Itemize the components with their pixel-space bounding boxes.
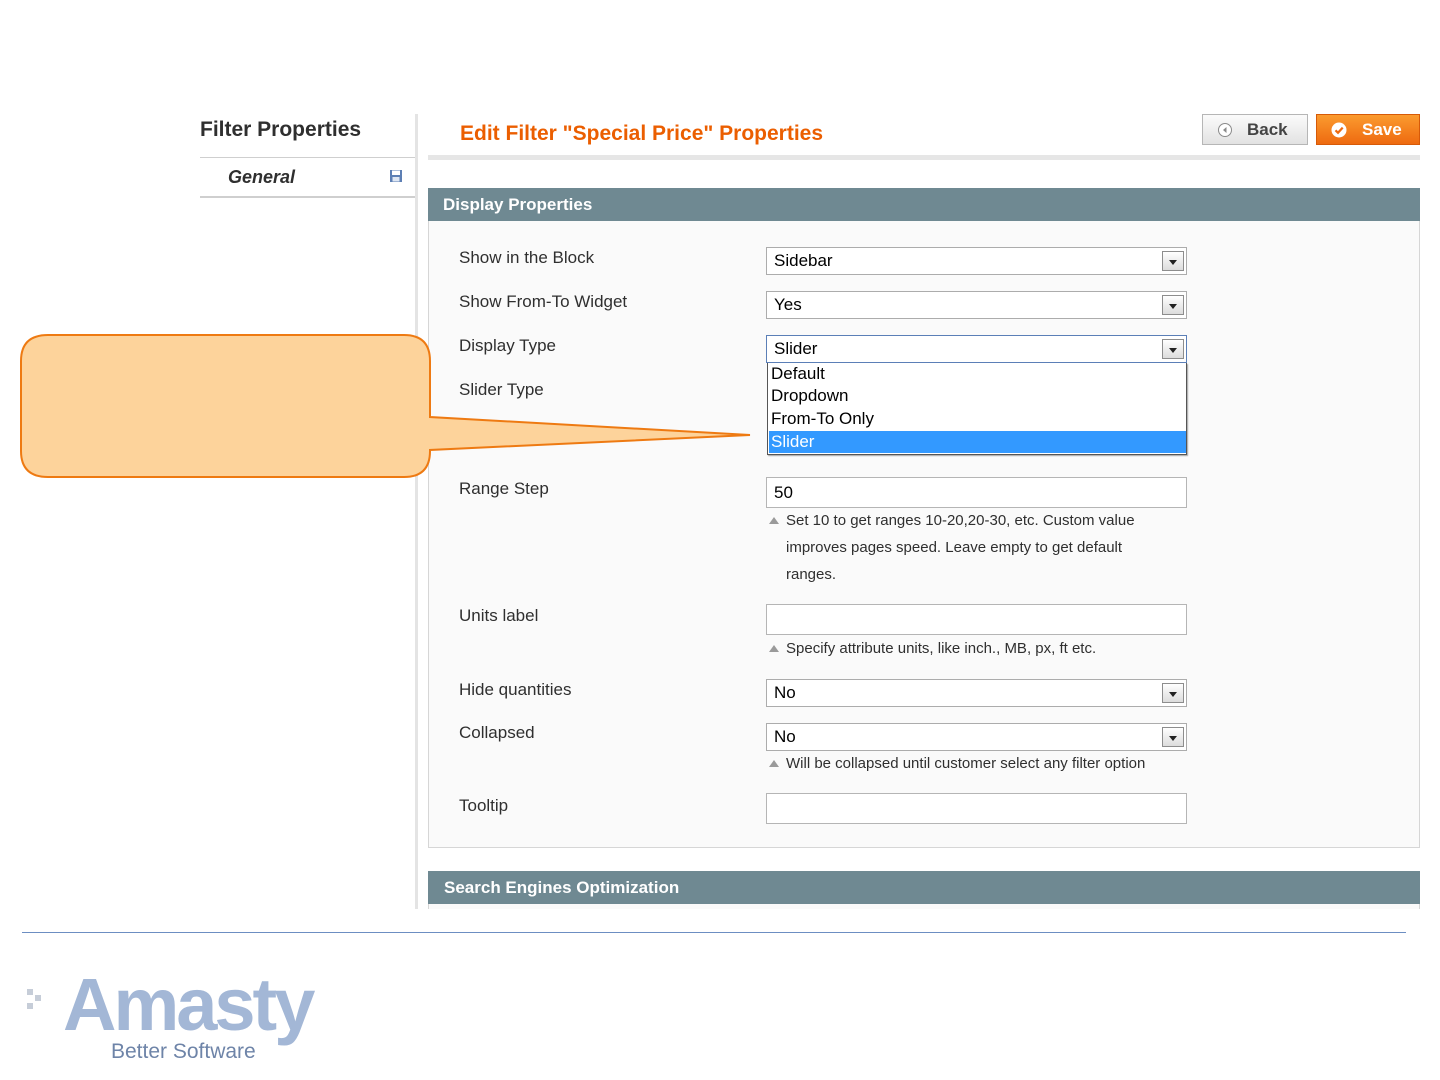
callout-bubble: [20, 334, 751, 478]
amasty-logo: Amasty Better Software: [25, 963, 325, 1072]
logo-text: Amasty: [63, 963, 315, 1046]
logo-dots-icon: [27, 989, 41, 1009]
footer-divider: [22, 932, 1406, 933]
logo-tagline: Better Software: [111, 1040, 256, 1063]
